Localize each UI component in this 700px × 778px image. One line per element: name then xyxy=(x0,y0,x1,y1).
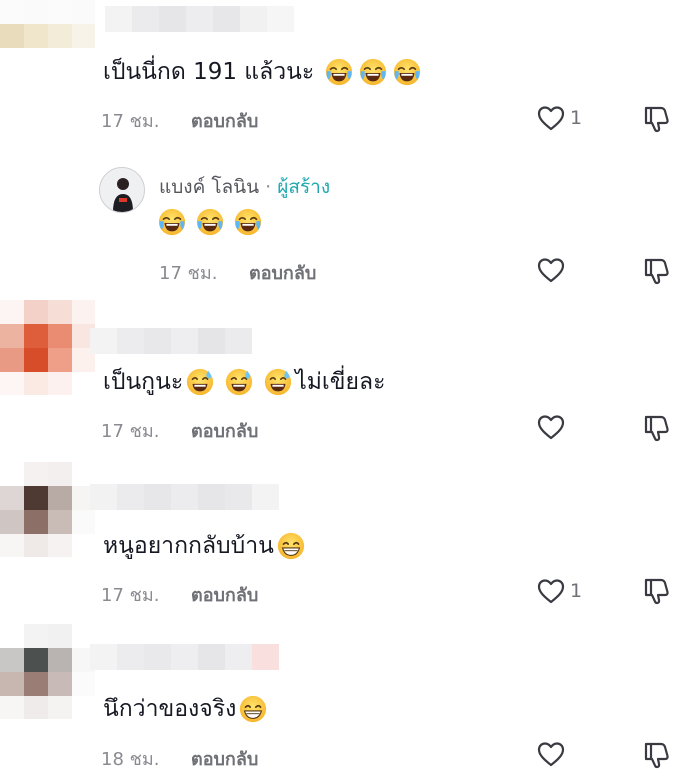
like-button[interactable] xyxy=(536,256,566,284)
dislike-button[interactable] xyxy=(641,103,671,133)
timestamp: 17 ชม. xyxy=(159,263,218,284)
thumbs-down-icon xyxy=(641,255,671,285)
comment-text-label: เป็นกูนะ xyxy=(103,369,184,395)
tears-of-joy-icon xyxy=(157,207,187,237)
username[interactable] xyxy=(90,484,279,510)
creator-name[interactable]: แบงค์ โลนิน xyxy=(159,172,259,202)
timestamp: 17 ชม. xyxy=(101,585,160,606)
comment-text: นึกว่าของจริง xyxy=(103,694,268,724)
heart-icon xyxy=(536,577,566,605)
tears-of-joy-icon xyxy=(392,57,422,87)
separator-dot: · xyxy=(265,176,272,198)
like-button[interactable] xyxy=(536,740,566,768)
tears-of-joy-icon xyxy=(233,207,263,237)
avatar[interactable] xyxy=(0,0,95,60)
dislike-button[interactable] xyxy=(641,412,671,442)
comment-text-suffix: ไม่เขี่ยละ xyxy=(295,369,386,395)
avatar[interactable] xyxy=(0,624,95,719)
tears-of-joy-icon xyxy=(324,57,354,87)
reply-button[interactable]: ตอบกลับ xyxy=(191,580,258,609)
dislike-button[interactable] xyxy=(641,255,671,285)
reply-button[interactable]: ตอบกลับ xyxy=(249,258,316,287)
comment-text: เป็นกูนะ ไม่เขี่ยละ xyxy=(103,367,385,397)
grinning-sweat-icon xyxy=(263,367,293,397)
creator-avatar[interactable] xyxy=(99,167,145,213)
username[interactable] xyxy=(90,644,279,670)
username[interactable] xyxy=(105,6,294,32)
grinning-face-icon xyxy=(276,531,306,561)
like-count: 1 xyxy=(570,580,583,602)
reply-button[interactable]: ตอบกลับ xyxy=(191,744,258,773)
like-count: 1 xyxy=(570,107,583,129)
reply-button[interactable]: ตอบกลับ xyxy=(191,106,258,135)
creator-name-row: แบงค์ โลนิน · ผู้สร้าง xyxy=(159,172,330,202)
like-button[interactable]: 1 xyxy=(536,104,582,132)
heart-icon xyxy=(536,104,566,132)
comment-meta: 18 ชม. ตอบกลับ xyxy=(101,744,258,773)
thumbs-down-icon xyxy=(641,103,671,133)
avatar[interactable] xyxy=(0,462,95,557)
dislike-button[interactable] xyxy=(641,575,671,605)
comment-text-label: นึกว่าของจริง xyxy=(103,696,237,722)
tears-of-joy-icon xyxy=(358,57,388,87)
grinning-face-icon xyxy=(238,694,268,724)
comment-text-label: หนูอยากกลับบ้าน xyxy=(103,533,274,559)
heart-icon xyxy=(536,413,566,441)
avatar[interactable] xyxy=(0,300,95,395)
username[interactable] xyxy=(90,328,252,354)
timestamp: 18 ชม. xyxy=(101,749,160,770)
heart-icon xyxy=(536,740,566,768)
comment-item: นึกว่าของจริง 18 ชม. ตอบกลับ xyxy=(0,624,700,778)
thumbs-down-icon xyxy=(641,575,671,605)
comment-text: หนูอยากกลับบ้าน xyxy=(103,531,306,561)
comment-meta: 17 ชม. ตอบกลับ xyxy=(101,580,258,609)
creator-avatar-image xyxy=(100,168,144,212)
comment-meta: 17 ชม. ตอบกลับ xyxy=(101,416,258,445)
like-button[interactable] xyxy=(536,413,566,441)
thumbs-down-icon xyxy=(641,412,671,442)
tears-of-joy-icon xyxy=(195,207,225,237)
creator-tag: ผู้สร้าง xyxy=(277,176,331,198)
reply-text xyxy=(157,207,263,237)
comment-item: เป็นนี่กด 191 แล้วนะ 17 ชม. ตอบกลับ 1 xyxy=(0,0,700,150)
reply-button[interactable]: ตอบกลับ xyxy=(191,416,258,445)
timestamp: 17 ชม. xyxy=(101,421,160,442)
reply-meta: 17 ชม. ตอบกลับ xyxy=(159,258,316,287)
timestamp: 17 ชม. xyxy=(101,111,160,132)
reply-item: แบงค์ โลนิน · ผู้สร้าง 17 ชม. ตอบกลับ xyxy=(0,150,700,290)
thumbs-down-icon xyxy=(641,739,671,769)
comment-text-label: เป็นนี่กด 191 แล้วนะ xyxy=(103,59,315,85)
dislike-button[interactable] xyxy=(641,739,671,769)
comment-meta: 17 ชม. ตอบกลับ xyxy=(101,106,258,135)
grinning-sweat-icon xyxy=(185,367,215,397)
comment-text: เป็นนี่กด 191 แล้วนะ xyxy=(103,57,422,87)
comment-item: เป็นกูนะ ไม่เขี่ยละ 17 ชม. ตอบกลับ xyxy=(0,300,700,460)
comment-item: หนูอยากกลับบ้าน 17 ชม. ตอบกลับ 1 xyxy=(0,462,700,622)
grinning-sweat-icon xyxy=(224,367,254,397)
heart-icon xyxy=(536,256,566,284)
like-button[interactable]: 1 xyxy=(536,577,582,605)
